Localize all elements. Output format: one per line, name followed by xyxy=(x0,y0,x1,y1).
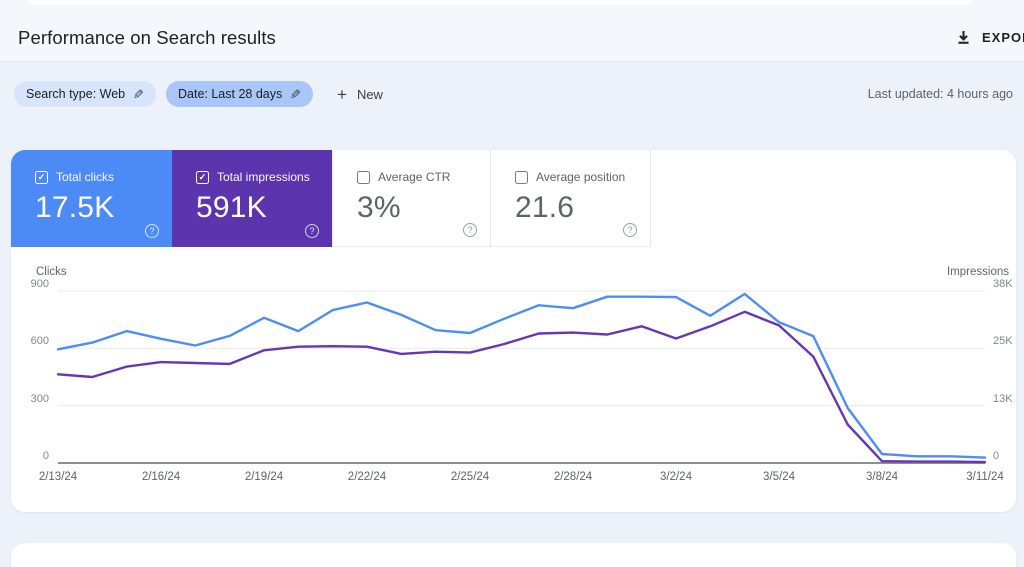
right-axis-tick: 38K xyxy=(993,278,1013,290)
help-icon[interactable]: ? xyxy=(463,223,477,237)
metric-card-average-position[interactable]: Average position 21.6 ? xyxy=(491,150,651,247)
left-axis-tick: 900 xyxy=(30,278,49,290)
search-bar-bottom-edge xyxy=(28,0,972,5)
last-updated-text: Last updated: 4 hours ago xyxy=(867,87,1013,101)
new-filter-label: New xyxy=(356,86,383,102)
performance-panel: ✓ Total clicks 17.5K ? ✓ Total impressio… xyxy=(11,150,1016,512)
checkmark-icon: ✓ xyxy=(37,171,46,182)
right-axis-tick: 13K xyxy=(993,393,1013,405)
x-axis-label: 2/16/24 xyxy=(141,471,181,483)
metric-label: Total impressions xyxy=(217,170,310,184)
edit-icon: ✎ xyxy=(133,86,145,102)
left-axis-tick: 600 xyxy=(30,335,49,347)
metric-card-total-impressions[interactable]: ✓ Total impressions 591K ? xyxy=(172,150,332,247)
metric-card-total-clicks[interactable]: ✓ Total clicks 17.5K ? xyxy=(11,150,172,247)
clicks-line xyxy=(56,292,987,459)
average-position-value: 21.6 xyxy=(515,191,575,224)
left-axis-tick: 300 xyxy=(30,393,49,405)
metric-label: Average CTR xyxy=(378,170,451,184)
x-axis-label: 3/8/24 xyxy=(866,471,898,483)
help-icon[interactable]: ? xyxy=(623,223,637,237)
right-axis-tick: 0 xyxy=(993,450,1000,462)
checkbox-total-impressions[interactable]: ✓ xyxy=(196,170,209,184)
edit-icon: ✎ xyxy=(290,86,302,102)
export-label: EXPORT xyxy=(982,29,1024,45)
new-filter-button[interactable]: + New xyxy=(337,81,383,107)
search-type-chip[interactable]: Search type: Web ✎ xyxy=(14,81,157,107)
checkbox-average-position[interactable] xyxy=(515,170,528,184)
checkmark-icon: ✓ xyxy=(198,171,207,182)
left-axis-tick: 0 xyxy=(42,450,49,462)
checkbox-total-clicks[interactable]: ✓ xyxy=(35,170,48,184)
metric-tiles-row: ✓ Total clicks 17.5K ? ✓ Total impressio… xyxy=(11,150,1016,247)
total-clicks-value: 17.5K xyxy=(35,191,115,224)
date-filter-chip-label: Date: Last 28 days xyxy=(178,87,283,101)
metric-card-average-ctr[interactable]: Average CTR 3% ? xyxy=(332,150,491,247)
download-icon xyxy=(958,30,969,44)
search-type-chip-label: Search type: Web xyxy=(26,87,126,101)
total-impressions-value: 591K xyxy=(196,191,267,224)
chart-plot-area[interactable] xyxy=(56,281,987,471)
x-axis-label: 2/28/24 xyxy=(553,471,593,483)
x-axis-label: 2/25/24 xyxy=(450,471,490,483)
checkbox-average-ctr[interactable] xyxy=(357,170,370,184)
export-button[interactable]: EXPORT xyxy=(956,24,1024,50)
impressions-line xyxy=(56,310,987,464)
right-axis-tick: 25K xyxy=(993,335,1013,347)
x-axis-labels: 2/13/24 2/16/24 2/19/24 2/22/24 2/25/24 2/28/… xyxy=(39,471,1004,487)
x-axis-label: 2/13/24 xyxy=(38,471,78,483)
clicks-impressions-chart: Clicks Impressions 900 600 300 0 38K 25K… xyxy=(11,265,1016,500)
x-axis-label: 3/5/24 xyxy=(763,471,795,483)
x-axis-label: 2/22/24 xyxy=(347,471,387,483)
add-icon: + xyxy=(337,84,347,104)
help-icon[interactable]: ? xyxy=(145,224,159,238)
page-title: Performance on Search results xyxy=(18,27,276,48)
metric-label: Average position xyxy=(536,170,626,184)
next-section-panel xyxy=(11,543,1016,567)
x-axis-label: 3/11/24 xyxy=(966,471,1004,483)
metric-label: Total clicks xyxy=(56,170,115,184)
average-ctr-value: 3% xyxy=(357,191,401,224)
x-axis-label: 2/19/24 xyxy=(244,471,284,483)
x-axis-label: 3/2/24 xyxy=(659,471,692,483)
date-filter-chip[interactable]: Date: Last 28 days ✎ xyxy=(166,81,314,107)
help-icon[interactable]: ? xyxy=(305,224,319,238)
